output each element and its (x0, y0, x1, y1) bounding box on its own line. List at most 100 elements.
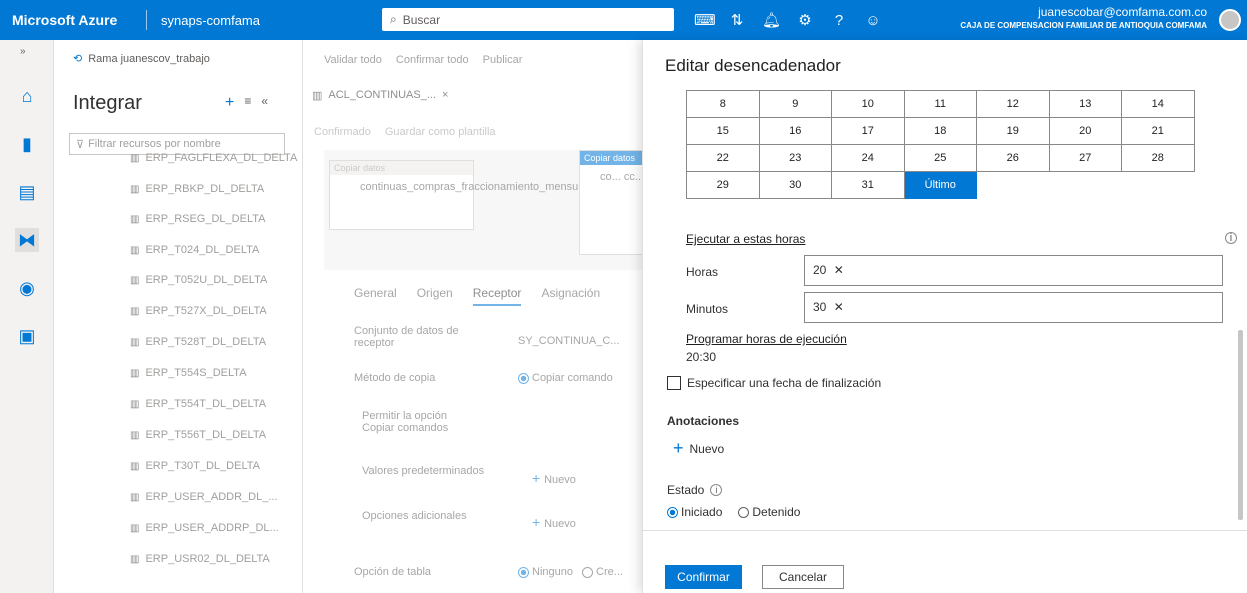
resource-panel: ⟲ Rama juanescov_trabajo Integrar + ≡ « … (55, 40, 303, 593)
day-cell[interactable]: 25 (903, 144, 977, 172)
data-icon[interactable]: ▮ (15, 132, 39, 156)
help-icon[interactable]: ? (830, 12, 848, 29)
publish-button[interactable]: Publicar (483, 54, 523, 66)
table-value[interactable]: Ninguno Cre... (518, 566, 623, 578)
footer-divider (643, 530, 1247, 531)
extra-new-button[interactable]: + Nuevo (532, 514, 576, 530)
remove-chip-icon[interactable]: ✕ (834, 263, 844, 277)
day-cell[interactable]: 31 (831, 171, 905, 199)
tab-pipeline[interactable]: ▥ ACL_CONTINUAS_... × (312, 89, 448, 102)
remove-chip-icon[interactable]: ✕ (834, 300, 844, 314)
day-cell[interactable]: 23 (758, 144, 832, 172)
monitor-icon[interactable]: ◉ (15, 276, 39, 300)
avatar[interactable] (1219, 9, 1241, 31)
schedule-link[interactable]: Programar horas de ejecución (686, 332, 847, 346)
properties-tabs: General Origen Receptor Asignación (354, 286, 600, 306)
branch-selector[interactable]: ⟲ Rama juanescov_trabajo (73, 52, 210, 66)
sink-value[interactable]: SY_CONTINUA_C... (518, 335, 619, 347)
cloud-shell-icon[interactable]: ⌨ (694, 11, 716, 29)
tab-sink[interactable]: Receptor (472, 286, 522, 306)
add-annotation-button[interactable]: + Nuevo (673, 438, 724, 459)
list-item[interactable]: ▥ ERP_T052U_DL_DELTA (130, 274, 267, 286)
manage-icon[interactable]: ▣ (15, 324, 39, 348)
defaults-new-button[interactable]: + Nuevo (532, 470, 576, 486)
day-cell[interactable]: 20 (1048, 117, 1122, 145)
day-cell[interactable]: 19 (976, 117, 1050, 145)
list-item[interactable]: ▥ ERP_T30T_DL_DELTA (130, 460, 260, 472)
list-item[interactable]: ▥ ERP_USER_ADDRP_DL... (130, 522, 279, 534)
list-item[interactable]: ▥ ERP_T554S_DELTA (130, 367, 247, 379)
checkbox-box[interactable] (667, 376, 681, 390)
day-cell[interactable]: 22 (686, 144, 760, 172)
expand-icon[interactable]: » (20, 46, 26, 57)
close-icon[interactable]: × (442, 89, 448, 102)
workspace-name[interactable]: synaps-comfama (147, 13, 347, 28)
day-cell[interactable]: 13 (1048, 90, 1122, 118)
info-icon[interactable]: i (710, 484, 723, 496)
day-cell[interactable]: 8 (686, 90, 760, 118)
commit-all-button[interactable]: Confirmar todo (396, 54, 469, 66)
bell-icon[interactable]: 🔔︎ (762, 11, 781, 29)
list-item[interactable]: ▥ ERP_T024_DL_DELTA (130, 244, 259, 256)
end-date-checkbox[interactable]: Especificar una fecha de finalización (667, 376, 881, 390)
collapse-icon[interactable]: ≡ (244, 94, 251, 112)
add-icon[interactable]: + (225, 94, 234, 112)
committed-label[interactable]: Confirmado (314, 126, 371, 138)
account-info[interactable]: juanescobar@comfama.com.co CAJA DE COMPE… (960, 5, 1207, 33)
list-item[interactable]: ▥ ERP_FAGLFLEXA_DL_DELTA (130, 152, 297, 164)
validate-all-button[interactable]: Validar todo (324, 54, 382, 66)
list-item[interactable]: ▥ ERP_USR02_DL_DELTA (130, 553, 270, 565)
tab-general[interactable]: General (354, 286, 397, 306)
tab-mapping[interactable]: Asignación (541, 286, 600, 306)
scrollbar[interactable] (1238, 330, 1243, 520)
day-cell[interactable]: 26 (976, 144, 1050, 172)
list-item[interactable]: ▥ ERP_T528T_DL_DELTA (130, 336, 266, 348)
activity-card[interactable]: Copiar datos continuas_compras_fracciona… (329, 160, 587, 230)
confirm-button[interactable]: Confirmar (665, 565, 742, 589)
list-item[interactable]: ▥ ERP_USER_ADDR_DL_... (130, 491, 278, 503)
day-cell[interactable]: 9 (758, 90, 832, 118)
day-cell[interactable]: 24 (831, 144, 905, 172)
day-cell[interactable]: 17 (831, 117, 905, 145)
info-icon[interactable]: i (1225, 232, 1237, 244)
brand-label[interactable]: Microsoft Azure (0, 12, 146, 28)
save-template-button[interactable]: Guardar como plantilla (385, 126, 496, 138)
day-cell[interactable]: 14 (1121, 90, 1195, 118)
status-started-radio[interactable]: Iniciado (667, 505, 722, 519)
feedback-icon[interactable]: ☺ (864, 12, 882, 29)
integrate-icon[interactable]: ⧓ (15, 228, 39, 252)
directory-icon[interactable]: ⇅ (728, 11, 746, 29)
activity-card[interactable]: Copiar datos co... cc... (579, 150, 649, 255)
list-item[interactable]: ▥ ERP_T554T_DL_DELTA (130, 398, 266, 410)
day-cell[interactable]: 29 (686, 171, 760, 199)
method-value[interactable]: Copiar comando (518, 372, 613, 384)
list-item[interactable]: ▥ ERP_RSEG_DL_DELTA (130, 213, 265, 225)
day-cell[interactable]: 21 (1121, 117, 1195, 145)
minutes-input[interactable]: 30 ✕ (804, 292, 1223, 323)
search-input[interactable]: ⌕ Buscar (382, 8, 674, 31)
day-cell[interactable]: 18 (903, 117, 977, 145)
day-cell-last-selected[interactable]: Último (903, 171, 977, 199)
day-cell[interactable]: 27 (1048, 144, 1122, 172)
develop-icon[interactable]: ▤ (15, 180, 39, 204)
list-item[interactable]: ▥ ERP_RBKP_DL_DELTA (130, 183, 264, 195)
status-stopped-radio[interactable]: Detenido (738, 505, 800, 519)
dataset-icon: ▥ (130, 367, 140, 379)
list-item[interactable]: ▥ ERP_T556T_DL_DELTA (130, 429, 266, 441)
day-cell[interactable]: 30 (758, 171, 832, 199)
tab-source[interactable]: Origen (417, 286, 453, 306)
day-cell[interactable]: 11 (903, 90, 977, 118)
hide-panel-icon[interactable]: « (261, 94, 268, 112)
canvas-toolbar: Validar todo Confirmar todo Publicar (324, 54, 522, 66)
cancel-button[interactable]: Cancelar (762, 565, 844, 589)
list-item[interactable]: ▥ ERP_T527X_DL_DELTA (130, 305, 267, 317)
gear-icon[interactable]: ⚙ (796, 11, 814, 29)
day-cell[interactable]: 28 (1121, 144, 1195, 172)
day-cell[interactable]: 15 (686, 117, 760, 145)
day-cell[interactable]: 12 (976, 90, 1050, 118)
hours-input[interactable]: 20 ✕ (804, 255, 1223, 286)
day-cell[interactable]: 10 (831, 90, 905, 118)
dataset-icon: ▥ (130, 460, 140, 472)
home-icon[interactable]: ⌂ (15, 84, 39, 108)
day-cell[interactable]: 16 (758, 117, 832, 145)
